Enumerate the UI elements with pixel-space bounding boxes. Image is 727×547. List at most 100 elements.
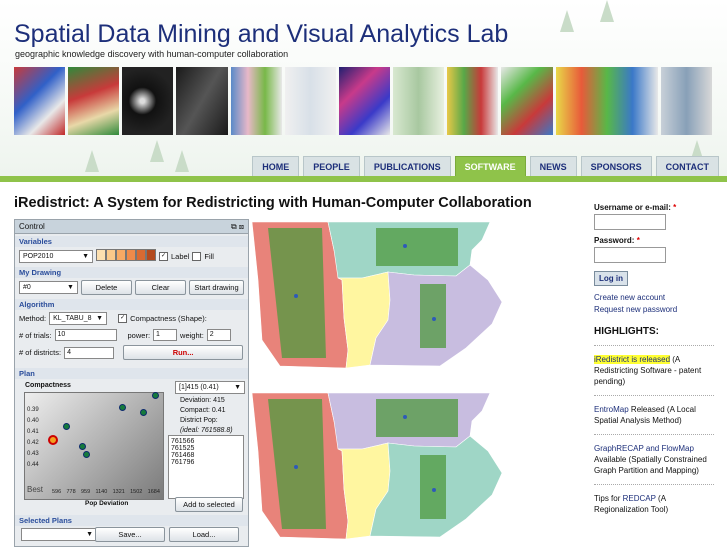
x-axis-label: Pop Deviation [85,500,129,507]
chevron-down-icon: ▼ [86,531,93,538]
section-algorithm: Algorithm [15,299,248,310]
highlight-region[interactable] [420,284,446,348]
trials-label: # of trials: [19,330,52,340]
highlight-region[interactable] [376,399,458,437]
nav-software[interactable]: SOFTWARE [454,156,526,177]
plan-point[interactable] [79,443,86,450]
x-tick: 778 [66,489,76,495]
nav-news[interactable]: NEWS [529,156,577,177]
site-title[interactable]: Spatial Data Mining and Visual Analytics… [14,20,508,49]
pareto-scatter-plot[interactable]: 0.39 0.40 0.41 0.42 0.43 0.44 Best 596 7… [24,392,164,500]
selected-plan-point[interactable] [48,435,58,445]
district-center-marker [432,317,436,321]
fill-checkbox[interactable] [192,251,202,261]
y-tick: 0.40 [27,418,39,424]
power-label: power: [127,330,151,340]
plan-point[interactable] [152,392,159,399]
weight-input[interactable]: 2 [206,329,231,341]
window-controls-icon[interactable]: ⧉ ⊠ [231,220,244,233]
list-item: 761796 [171,459,195,466]
add-to-selected-button[interactable]: Add to selected [175,497,243,512]
banner-thumb [14,67,66,135]
nav-sponsors[interactable]: SPONSORS [580,156,652,177]
entromap-link[interactable]: EntroMap [594,405,629,414]
main-nav: HOME PEOPLE PUBLICATIONS SOFTWARE NEWS S… [252,156,719,177]
highlight-region[interactable] [376,228,458,266]
x-tick: 1321 [112,489,125,495]
section-selected-plans: Selected Plans [15,515,248,526]
variable-select[interactable]: POP2010 ▼ [19,249,93,263]
x-tick: 596 [52,489,62,495]
label-checkbox[interactable]: ✓ [159,251,168,261]
highlight-item: EntroMap Released (A Local Spatial Analy… [594,395,714,426]
district-pop-list[interactable]: 761566 761525 761468 761796 [168,435,244,499]
page-title: iRedistrict: A System for Redistricting … [14,195,532,211]
list-item: 761566 [171,438,195,445]
section-variables: Variables [15,236,248,247]
plan-select[interactable]: [1]415 (0.41) ▼ [175,381,245,394]
method-select[interactable]: KL_TABU_8 ▼ [49,312,108,325]
clear-button[interactable]: Clear [135,280,187,295]
delete-button[interactable]: Delete [80,280,133,295]
graphrecap-link[interactable]: GraphRECAP and FlowMap [594,444,694,453]
districts-input[interactable]: 4 [64,346,115,359]
method-label: Method: [19,314,47,323]
site-slogan: geographic knowledge discovery with huma… [15,49,289,59]
plan-point[interactable] [119,404,126,411]
power-input[interactable]: 1 [153,329,178,341]
y-tick: 0.41 [27,429,39,435]
username-label: Username or e-mail: * [594,203,677,212]
district-pop-label: District Pop: [180,417,218,424]
chevron-down-icon: ▼ [82,252,89,260]
plan-point[interactable] [140,409,147,416]
banner-thumb [660,67,713,135]
chevron-down-icon: ▼ [96,315,104,322]
start-drawing-button[interactable]: Start drawing [189,280,244,295]
redcap-link[interactable]: REDCAP [623,494,656,503]
list-item: 761525 [171,445,195,452]
password-input[interactable] [594,247,666,263]
save-button[interactable]: Save... [95,527,165,542]
selected-plans-select[interactable]: ▼ [21,528,97,541]
compactness-axis-label: Compactness [25,382,71,389]
banner-thumb [555,67,658,135]
color-ramp [96,249,156,263]
site-header: Spatial Data Mining and Visual Analytics… [0,0,727,177]
x-tick: 1684 [147,489,160,495]
highlight-item: iRedistrict is released (A Redistricting… [594,345,714,387]
y-tick: 0.43 [27,451,39,457]
create-account-link[interactable]: Create new account [594,292,714,304]
load-button[interactable]: Load... [169,527,239,542]
plan-point[interactable] [63,423,70,430]
nav-people[interactable]: PEOPLE [303,156,360,177]
section-my-drawing: My Drawing [15,267,248,278]
y-tick: 0.42 [27,440,39,446]
banner-images [14,67,713,135]
banner-thumb [338,67,391,135]
deviation-value: Deviation: 415 [180,397,225,404]
nav-home[interactable]: HOME [252,156,300,177]
nav-contact[interactable]: CONTACT [655,156,719,177]
district-map-before[interactable] [250,220,585,370]
drawing-select[interactable]: #0 ▼ [19,281,78,294]
iredistrict-link[interactable]: iRedistrict is released [594,355,671,364]
best-label: Best [27,485,44,494]
login-button[interactable]: Log in [594,271,628,286]
x-tick: 1140 [95,489,108,495]
x-tick: 959 [80,489,91,495]
username-input[interactable] [594,214,666,230]
district-map-after[interactable] [250,391,585,541]
compactness-checkbox[interactable]: ✓ [118,314,128,323]
request-password-link[interactable]: Request new password [594,304,714,316]
run-button[interactable]: Run... [123,345,244,360]
nav-publications[interactable]: PUBLICATIONS [363,156,451,177]
nav-underline [0,176,727,182]
banner-thumb [393,67,445,135]
compactness-label: Compactness (Shape): [130,314,207,323]
plan-point[interactable] [83,451,90,458]
highlight-region[interactable] [420,455,446,519]
fill-checkbox-text: Fill [204,251,214,261]
districts-label: # of districts: [19,348,62,357]
trials-input[interactable]: 10 [54,329,117,341]
label-checkbox-text: Label [171,251,190,261]
